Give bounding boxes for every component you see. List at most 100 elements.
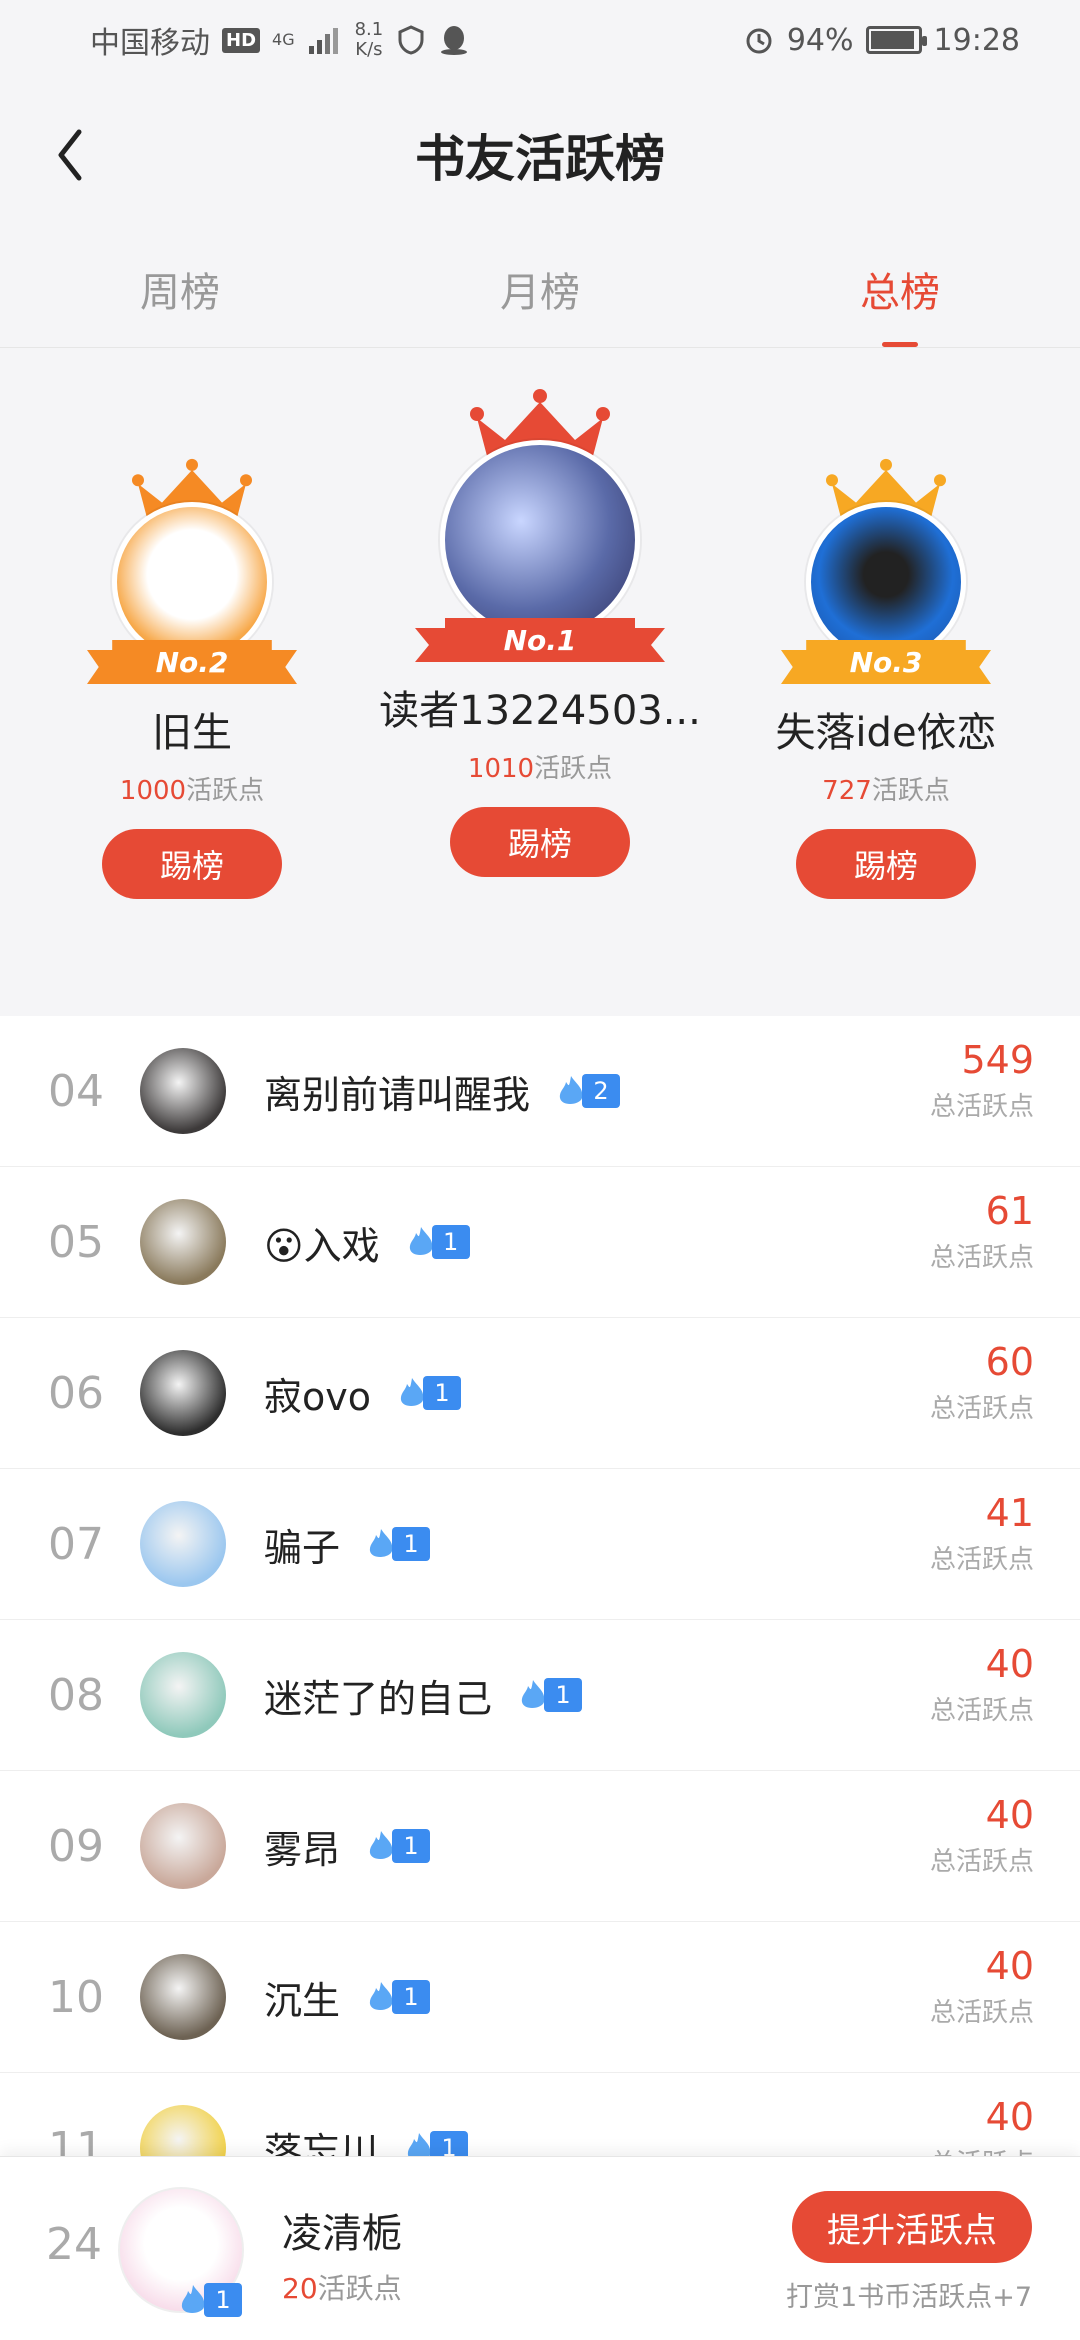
battery-level-fill <box>870 31 914 49</box>
avatar[interactable] <box>140 1954 226 2040</box>
avatar-wrap: No.3 <box>781 502 991 684</box>
rank-label: No.1 <box>503 623 577 657</box>
table-row[interactable]: 10 沉生 1 40 总活跃点 <box>0 1922 1080 2073</box>
avatar[interactable] <box>440 440 640 640</box>
avatar[interactable] <box>140 1350 226 1436</box>
rank-number: 06 <box>48 1367 104 1419</box>
avatar-wrap: No.2 <box>87 502 297 684</box>
score-unit: 总活跃点 <box>929 1696 1034 1726</box>
row-score: 40 总活跃点 <box>930 2095 1034 2156</box>
tab-monthly[interactable]: 月榜 <box>360 230 720 347</box>
network-speed: 8.1 K/s <box>355 20 384 60</box>
speed-value: 8.1 <box>354 19 384 40</box>
level-number: 1 <box>430 2131 469 2156</box>
title-bar: 书友活跃榜 <box>0 80 1080 230</box>
level-number: 2 <box>582 1074 621 1108</box>
level-number: 1 <box>544 1678 583 1712</box>
status-bar: 中国移动 HD 4G 8.1 K/s 94% 19:28 <box>0 0 1080 80</box>
clock: 19:28 <box>933 22 1020 58</box>
rank-number: 07 <box>48 1518 104 1570</box>
rank-label: No.3 <box>849 645 923 679</box>
row-score: 61 总活跃点 <box>930 1189 1034 1274</box>
avatar[interactable] <box>140 1199 226 1285</box>
level-badge: 2 <box>554 1074 621 1108</box>
ranking-tabs: 周榜 月榜 总榜 <box>0 230 1080 348</box>
rank-ribbon: No.1 <box>415 618 665 662</box>
user-name: 寂ovo <box>264 1374 371 1419</box>
carrier-label: 中国移动 <box>90 26 210 61</box>
my-points: 20活跃点 <box>282 2267 402 2307</box>
score-value: 40 <box>985 2095 1034 2139</box>
kick-button[interactable]: 踢榜 <box>102 829 282 899</box>
level-badge: 1 <box>516 1678 583 1712</box>
rank-ribbon: No.3 <box>781 640 991 684</box>
ranking-list: 04 离别前请叫醒我 2 549 总活跃点 05 😮入戏 1 61 总活跃点 0… <box>0 1016 1080 2156</box>
my-name: 凌清栀 <box>282 2211 402 2257</box>
rank-ribbon: No.2 <box>87 640 297 684</box>
level-number: 1 <box>392 1980 431 2014</box>
points-value: 1000 <box>119 776 187 806</box>
signal-bars-icon <box>308 28 338 54</box>
score-unit: 总活跃点 <box>930 2143 1034 2156</box>
score-unit: 总活跃点 <box>929 1243 1034 1273</box>
table-row[interactable]: 06 寂ovo 1 60 总活跃点 <box>0 1318 1080 1469</box>
tab-weekly[interactable]: 周榜 <box>0 230 360 347</box>
user-name: 😮入戏 <box>264 1223 380 1268</box>
signal-icon: 4G <box>272 32 295 48</box>
score-value: 40 <box>985 1944 1034 1988</box>
avatar[interactable] <box>140 1501 226 1587</box>
points-unit: 活跃点 <box>871 776 950 806</box>
score-value: 40 <box>985 1642 1034 1686</box>
table-row[interactable]: 04 离别前请叫醒我 2 549 总活跃点 <box>0 1016 1080 1167</box>
row-score: 60 总活跃点 <box>930 1340 1034 1425</box>
level-badge: 1 <box>404 1225 470 1259</box>
kick-button[interactable]: 踢榜 <box>796 829 976 899</box>
network-type: 4G <box>272 30 295 49</box>
avatar[interactable] <box>112 502 272 662</box>
table-row[interactable]: 11 落忘川 1 40 总活跃点 <box>0 2073 1080 2156</box>
points-unit: 活跃点 <box>186 776 265 806</box>
back-arrow-icon[interactable] <box>40 120 100 190</box>
speed-unit: K/s <box>355 39 383 60</box>
podium-points: 1010活跃点 <box>468 748 612 785</box>
table-row[interactable]: 08 迷茫了的自己 1 40 总活跃点 <box>0 1620 1080 1771</box>
battery-icon <box>865 26 927 54</box>
row-score: 40 总活跃点 <box>930 1944 1034 2029</box>
row-score: 41 总活跃点 <box>930 1491 1034 1576</box>
level-number: 1 <box>392 1829 431 1863</box>
level-number: 1 <box>392 1527 431 1561</box>
boost-activity-button[interactable]: 提升活跃点 <box>792 2191 1032 2263</box>
table-row[interactable]: 05 😮入戏 1 61 总活跃点 <box>0 1167 1080 1318</box>
podium-second: No.2 旧生 1000活跃点 踢榜 <box>32 458 352 899</box>
rank-number: 09 <box>48 1820 104 1872</box>
tab-overall[interactable]: 总榜 <box>720 230 1080 347</box>
avatar[interactable] <box>140 1803 226 1889</box>
avatar[interactable] <box>140 1652 226 1738</box>
my-rank-bar: 24 1 凌清栀 20活跃点 提升活跃点 打赏1书币活跃点+7 <box>0 2156 1080 2340</box>
level-badge: 1 <box>402 2131 469 2156</box>
podium-points: 727活跃点 <box>822 770 950 807</box>
table-row[interactable]: 07 骗子 1 41 总活跃点 <box>0 1469 1080 1620</box>
row-score: 549 总活跃点 <box>930 1038 1034 1123</box>
battery-percent: 94% <box>786 22 854 58</box>
my-points-value: 20 <box>282 2272 318 2305</box>
level-badge: 1 <box>176 2283 242 2317</box>
avatar[interactable] <box>140 1048 226 1134</box>
rank-number: 10 <box>48 1971 104 2023</box>
score-value: 41 <box>985 1491 1034 1535</box>
level-badge: 1 <box>364 1527 431 1561</box>
kick-button[interactable]: 踢榜 <box>450 807 630 877</box>
podium: No.1 读者13224503... 1010活跃点 踢榜 No.2 旧生 10… <box>0 348 1080 990</box>
user-name: 沉生 <box>264 1978 341 2023</box>
level-number: 1 <box>431 1225 470 1259</box>
table-row[interactable]: 09 雾昂 1 40 总活跃点 <box>0 1771 1080 1922</box>
status-right: 94% 19:28 <box>743 23 1020 58</box>
avatar[interactable] <box>140 2105 226 2156</box>
user-name: 落忘川 <box>264 2129 379 2157</box>
score-value: 60 <box>985 1340 1034 1384</box>
page-title: 书友活跃榜 <box>415 130 665 188</box>
score-value: 61 <box>985 1189 1034 1233</box>
avatar[interactable] <box>806 502 966 662</box>
level-badge: 1 <box>364 1980 431 2014</box>
score-value: 549 <box>961 1038 1034 1082</box>
